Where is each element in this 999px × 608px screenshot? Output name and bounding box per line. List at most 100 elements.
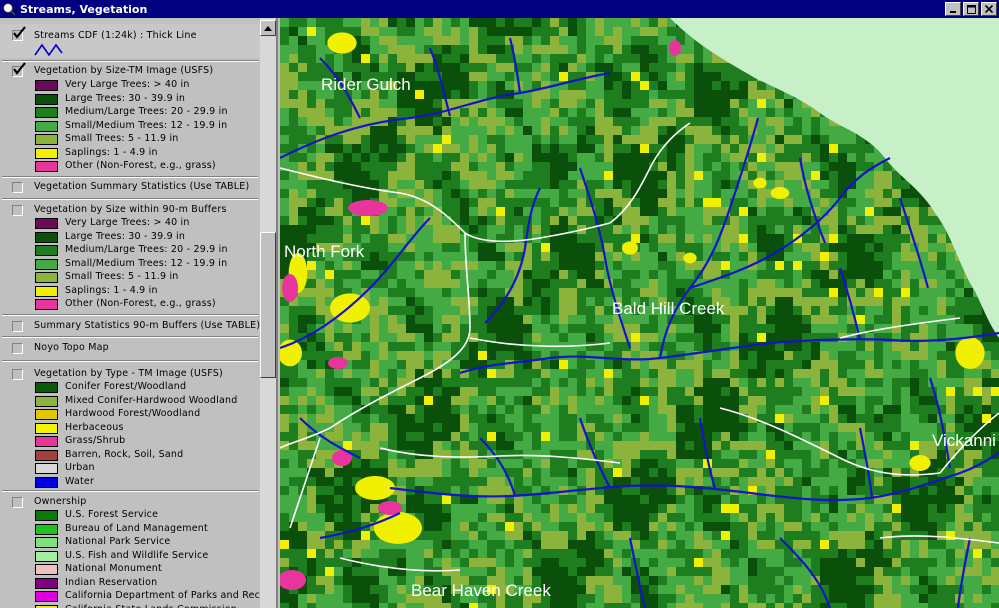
legend-class: Water [35, 475, 265, 489]
divider [2, 336, 258, 338]
sapling-patch [770, 187, 790, 199]
legend-label: Large Trees: 30 - 39.9 in [65, 230, 186, 242]
legend-label: Saplings: 1 - 4.9 in [65, 284, 158, 296]
theme-summary-buffers[interactable]: Summary Statistics 90-m Buffers (Use TAB… [0, 320, 260, 334]
grass-patch [348, 200, 388, 216]
legend-swatch [35, 272, 58, 283]
legend-label: Small/Medium Trees: 12 - 19.9 in [65, 257, 228, 269]
theme-veg-type[interactable]: Vegetation by Type - TM Image (USFS) [0, 368, 260, 380]
legend-label: Other (Non-Forest, e.g., grass) [65, 298, 216, 309]
theme-name: Vegetation by Size-TM Image (USFS) [34, 65, 214, 76]
sapling-patch [753, 177, 767, 189]
legend-class: Small/Medium Trees: 12 - 19.9 in [35, 257, 265, 271]
theme-name: Streams CDF (1:24k) : Thick Line [34, 30, 197, 41]
legend-class: Medium/Large Trees: 20 - 29.9 in [35, 244, 265, 257]
legend-swatch [35, 537, 58, 548]
sapling-patch [622, 241, 638, 255]
legend-swatch [35, 147, 58, 159]
theme-streams[interactable]: Streams CDF (1:24k) : Thick Line [0, 24, 260, 58]
legend-class: Saplings: 1 - 4.9 in [35, 147, 265, 160]
theme-checkbox-veg-summary[interactable] [12, 182, 23, 193]
close-button[interactable] [981, 2, 997, 16]
legend-label: California Department of Parks and Recre… [65, 590, 278, 601]
legend-swatch [35, 134, 58, 145]
theme-noyo-topo[interactable]: Noyo Topo Map [0, 342, 260, 356]
theme-checkbox-veg-size-buffers[interactable] [12, 205, 23, 216]
legend-label: Very Large Trees: > 40 in [65, 79, 190, 90]
legend-swatch [35, 449, 58, 461]
legend-class: National Monument [35, 563, 265, 576]
legend-swatch [35, 436, 58, 447]
legend-label: Conifer Forest/Woodland [65, 381, 187, 392]
place-label-vickanni: Vickanni [932, 431, 996, 450]
legend-class: Small Trees: 5 - 11.9 in [35, 271, 265, 284]
toc-scrollbar[interactable] [260, 18, 276, 608]
legend-swatch [35, 161, 58, 172]
legend-class: Very Large Trees: > 40 in [35, 217, 265, 230]
scroll-thumb[interactable] [260, 232, 276, 378]
theme-checkbox-ownership[interactable] [12, 497, 23, 508]
legend-swatch [35, 550, 58, 562]
theme-checkbox-veg-size[interactable] [12, 62, 26, 77]
scroll-up-button[interactable] [260, 20, 276, 36]
close-icon [985, 5, 993, 13]
sapling-patch [355, 476, 395, 500]
legend-class: Urban [35, 462, 265, 475]
legend-swatch [35, 577, 58, 589]
theme-veg-summary[interactable]: Vegetation Summary Statistics (Use TABLE… [0, 181, 260, 195]
legend-label: Medium/Large Trees: 20 - 29.9 in [65, 244, 228, 255]
map-view[interactable]: Rider Gulch North Fork Bald Hill Creek V… [280, 18, 999, 608]
legend-class: Hardwood Forest/Woodland [35, 408, 265, 421]
place-label-rider-gulch: Rider Gulch [321, 75, 411, 94]
theme-veg-size-buffers[interactable]: Vegetation by Size within 90-m Buffers [0, 204, 260, 216]
legend-class: Conifer Forest/Woodland [35, 381, 265, 394]
legend-swatch [35, 382, 58, 393]
theme-name: Vegetation Summary Statistics (Use TABLE… [34, 181, 250, 192]
line-symbol-icon [34, 43, 63, 57]
theme-veg-size[interactable]: Vegetation by Size-TM Image (USFS) [0, 62, 260, 77]
theme-name: Vegetation by Size within 90-m Buffers [34, 204, 227, 215]
theme-checkbox-streams[interactable] [12, 26, 26, 41]
legend-swatch [35, 409, 58, 420]
legend-class: Bureau of Land Management [35, 522, 265, 536]
legend-swatch [35, 523, 58, 535]
legend-swatch [35, 258, 58, 270]
legend-label: Indian Reservation [65, 576, 158, 588]
minimize-button[interactable] [945, 2, 961, 16]
legend-label: Barren, Rock, Soil, Sand [65, 448, 184, 460]
legend-label: Bureau of Land Management [65, 522, 208, 534]
legend-class: Large Trees: 30 - 39.9 in [35, 230, 265, 244]
window-title: Streams, Vegetation [20, 2, 148, 16]
arrow-up-icon [264, 25, 272, 31]
theme-checkbox-summary-buffers[interactable] [12, 321, 23, 332]
maximize-button[interactable] [963, 2, 979, 16]
legend-label: Small Trees: 5 - 11.9 in [65, 133, 179, 144]
theme-ownership[interactable]: Ownership [0, 496, 260, 508]
checkmark-icon [13, 62, 26, 75]
legend-swatch [35, 299, 58, 310]
legend-label: Water [65, 475, 95, 487]
legend-label: California State Lands Commission [65, 604, 237, 608]
legend-label: U.S. Fish and Wildlife Service [65, 549, 209, 561]
theme-name: Vegetation by Type - TM Image (USFS) [34, 368, 223, 379]
theme-checkbox-noyo-topo[interactable] [12, 343, 23, 354]
legend-swatch [35, 422, 58, 434]
legend-label: National Park Service [65, 536, 171, 547]
legend-label: Small Trees: 5 - 11.9 in [65, 271, 179, 282]
theme-checkbox-veg-type[interactable] [12, 369, 23, 380]
legend-swatch [35, 107, 58, 118]
legend-label: Small/Medium Trees: 12 - 19.9 in [65, 119, 228, 131]
legend-class: Indian Reservation [35, 576, 265, 590]
legend-swatch [35, 218, 58, 229]
legend-swatch [35, 395, 58, 407]
sapling-patch [909, 455, 931, 471]
legend-class: California State Lands Commission [35, 604, 265, 608]
legend-label: Large Trees: 30 - 39.9 in [65, 92, 186, 104]
checkmark-icon [13, 26, 26, 39]
legend-class: Large Trees: 30 - 39.9 in [35, 92, 265, 106]
place-label-bald-hill-creek: Bald Hill Creek [612, 299, 725, 318]
legend-label: Grass/Shrub [65, 435, 126, 446]
legend-swatch [35, 245, 58, 256]
divider [2, 198, 258, 200]
legend-class: Grass/Shrub [35, 435, 265, 448]
